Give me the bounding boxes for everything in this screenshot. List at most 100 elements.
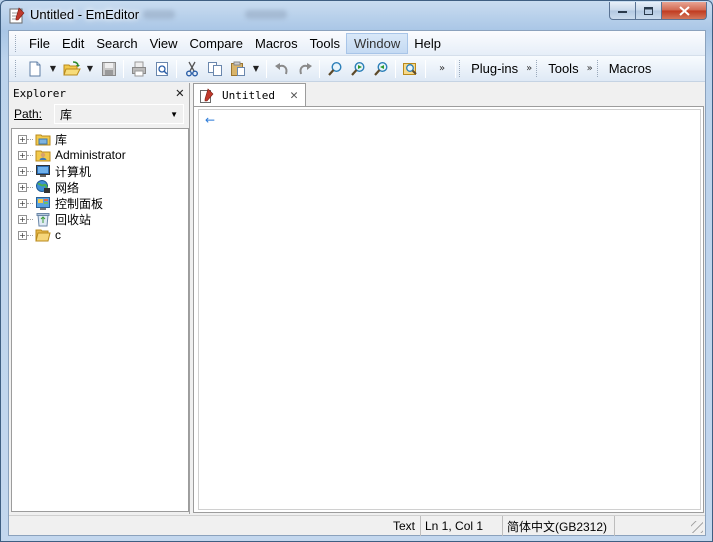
cut-icon: [185, 61, 198, 76]
text-editor-inner[interactable]: ←: [198, 109, 701, 510]
tree-item[interactable]: + 控制面板: [18, 195, 103, 211]
new-icon: [29, 61, 40, 76]
tab-untitled[interactable]: Untitled ✕: [193, 83, 306, 107]
save-button[interactable]: [97, 58, 120, 80]
expand-icon[interactable]: +: [18, 182, 27, 192]
open-icon: [62, 60, 81, 75]
status-encoding[interactable]: 简体中文(GB2312): [502, 516, 607, 536]
minimize-button[interactable]: [609, 2, 636, 20]
toolbar-grip[interactable]: [15, 60, 18, 77]
macros-toolbar-label[interactable]: Macros: [605, 61, 656, 76]
explorer-header: Explorer ✕: [9, 83, 189, 103]
tree-item-label: 计算机: [55, 164, 92, 179]
tab-close-icon[interactable]: ✕: [290, 88, 298, 103]
explorer-close-button[interactable]: ✕: [176, 85, 184, 101]
menubar-grip[interactable]: [15, 34, 18, 52]
expand-icon[interactable]: +: [18, 198, 27, 208]
document-tab-bar: Untitled ✕: [192, 83, 705, 107]
tree-item-label: 回收站: [55, 212, 92, 227]
text-editor[interactable]: ←: [193, 106, 704, 513]
paste-button[interactable]: [226, 58, 249, 80]
emeditor-app-icon: [9, 7, 25, 24]
macros-toolbar-grip[interactable]: [596, 60, 600, 77]
tree-item-label: Administrator: [55, 148, 126, 162]
plugins-toolbar-label[interactable]: Plug-ins: [467, 61, 522, 76]
menu-compare[interactable]: Compare: [184, 33, 249, 54]
copy-button[interactable]: [203, 58, 226, 80]
find-button[interactable]: [323, 58, 346, 80]
resize-grip[interactable]: [691, 521, 703, 533]
menu-bar: File Edit Search View Compare Macros Too…: [9, 31, 705, 56]
expand-icon[interactable]: +: [18, 134, 27, 144]
menu-macros[interactable]: Macros: [249, 33, 304, 54]
tree-item[interactable]: + c: [18, 227, 61, 243]
print-preview-icon: [155, 61, 168, 76]
menu-edit[interactable]: Edit: [56, 33, 90, 54]
tree-item[interactable]: + Administrator: [18, 147, 126, 163]
paste-icon: [230, 61, 245, 76]
new-dropdown[interactable]: ▼: [46, 58, 60, 80]
folder-icon: [35, 229, 51, 242]
expand-icon[interactable]: +: [18, 230, 27, 240]
find-previous-button[interactable]: [369, 58, 392, 80]
close-button[interactable]: [662, 2, 707, 20]
window-title: Untitled - EmEditor: [30, 7, 140, 22]
network-icon: [36, 180, 50, 193]
toolbar-overflow-chevron[interactable]: »: [439, 63, 445, 74]
menu-search[interactable]: Search: [90, 33, 143, 54]
explorer-tree[interactable]: + 库 + Administrator + 计算机 + 网络 + 控制面板 + …: [11, 128, 189, 512]
status-position[interactable]: Ln 1, Col 1: [420, 516, 483, 536]
explorer-title: Explorer: [13, 86, 66, 100]
tools-overflow-chevron[interactable]: »: [587, 63, 593, 74]
redo-button[interactable]: [293, 58, 316, 80]
open-dropdown[interactable]: ▼: [83, 58, 97, 80]
undo-button[interactable]: [270, 58, 293, 80]
editor-area: Untitled ✕ ←: [192, 83, 705, 514]
redo-icon: [299, 62, 312, 74]
menu-file[interactable]: File: [23, 33, 56, 54]
menu-tools[interactable]: Tools: [304, 33, 346, 54]
cut-button[interactable]: [180, 58, 203, 80]
paste-dropdown[interactable]: ▼: [249, 58, 263, 80]
open-button[interactable]: [60, 58, 83, 80]
toolbar-separator: [425, 59, 426, 78]
undo-icon: [274, 62, 287, 74]
find-icon: [327, 61, 342, 76]
plugins-overflow-chevron[interactable]: »: [526, 63, 532, 74]
menu-help[interactable]: Help: [408, 33, 447, 54]
title-bar[interactable]: Untitled - EmEditor: [1, 1, 712, 29]
path-select[interactable]: 库 ▼: [54, 104, 185, 124]
document-icon: [200, 87, 214, 103]
expand-icon[interactable]: +: [18, 214, 27, 224]
toolbar-separator: [395, 59, 396, 78]
status-divider: [614, 516, 615, 536]
tree-item[interactable]: + 计算机: [18, 163, 91, 179]
eof-marker: ←: [205, 113, 216, 127]
tab-title: Untitled: [222, 89, 275, 102]
print-icon: [131, 61, 146, 76]
copy-icon: [207, 61, 222, 76]
tree-item-label: 控制面板: [55, 196, 104, 211]
print-button[interactable]: [127, 58, 150, 80]
plugins-toolbar-grip[interactable]: [459, 60, 462, 77]
explorer-panel: Explorer ✕ Path: 库 ▼ + 库 + Administrator…: [9, 83, 190, 514]
menu-window[interactable]: Window: [345, 32, 409, 54]
expand-icon[interactable]: +: [18, 166, 27, 176]
maximize-button[interactable]: [636, 2, 662, 20]
new-button[interactable]: [23, 58, 46, 80]
print-preview-button[interactable]: [150, 58, 173, 80]
expand-icon[interactable]: +: [18, 150, 27, 160]
control-panel-icon: [36, 197, 50, 210]
tree-item[interactable]: + 回收站: [18, 211, 91, 227]
tree-item[interactable]: + 网络: [18, 179, 79, 195]
title-blur-mark: [143, 10, 175, 19]
menu-view[interactable]: View: [144, 33, 184, 54]
tree-item[interactable]: + 库: [18, 131, 67, 147]
save-icon: [101, 61, 116, 76]
tools-toolbar-grip[interactable]: [536, 60, 539, 77]
find-in-files-button[interactable]: [399, 58, 422, 80]
tools-toolbar-label[interactable]: Tools: [544, 61, 582, 76]
find-next-button[interactable]: [346, 58, 369, 80]
status-mode[interactable]: Text: [389, 516, 415, 536]
find-previous-icon: [373, 61, 388, 76]
